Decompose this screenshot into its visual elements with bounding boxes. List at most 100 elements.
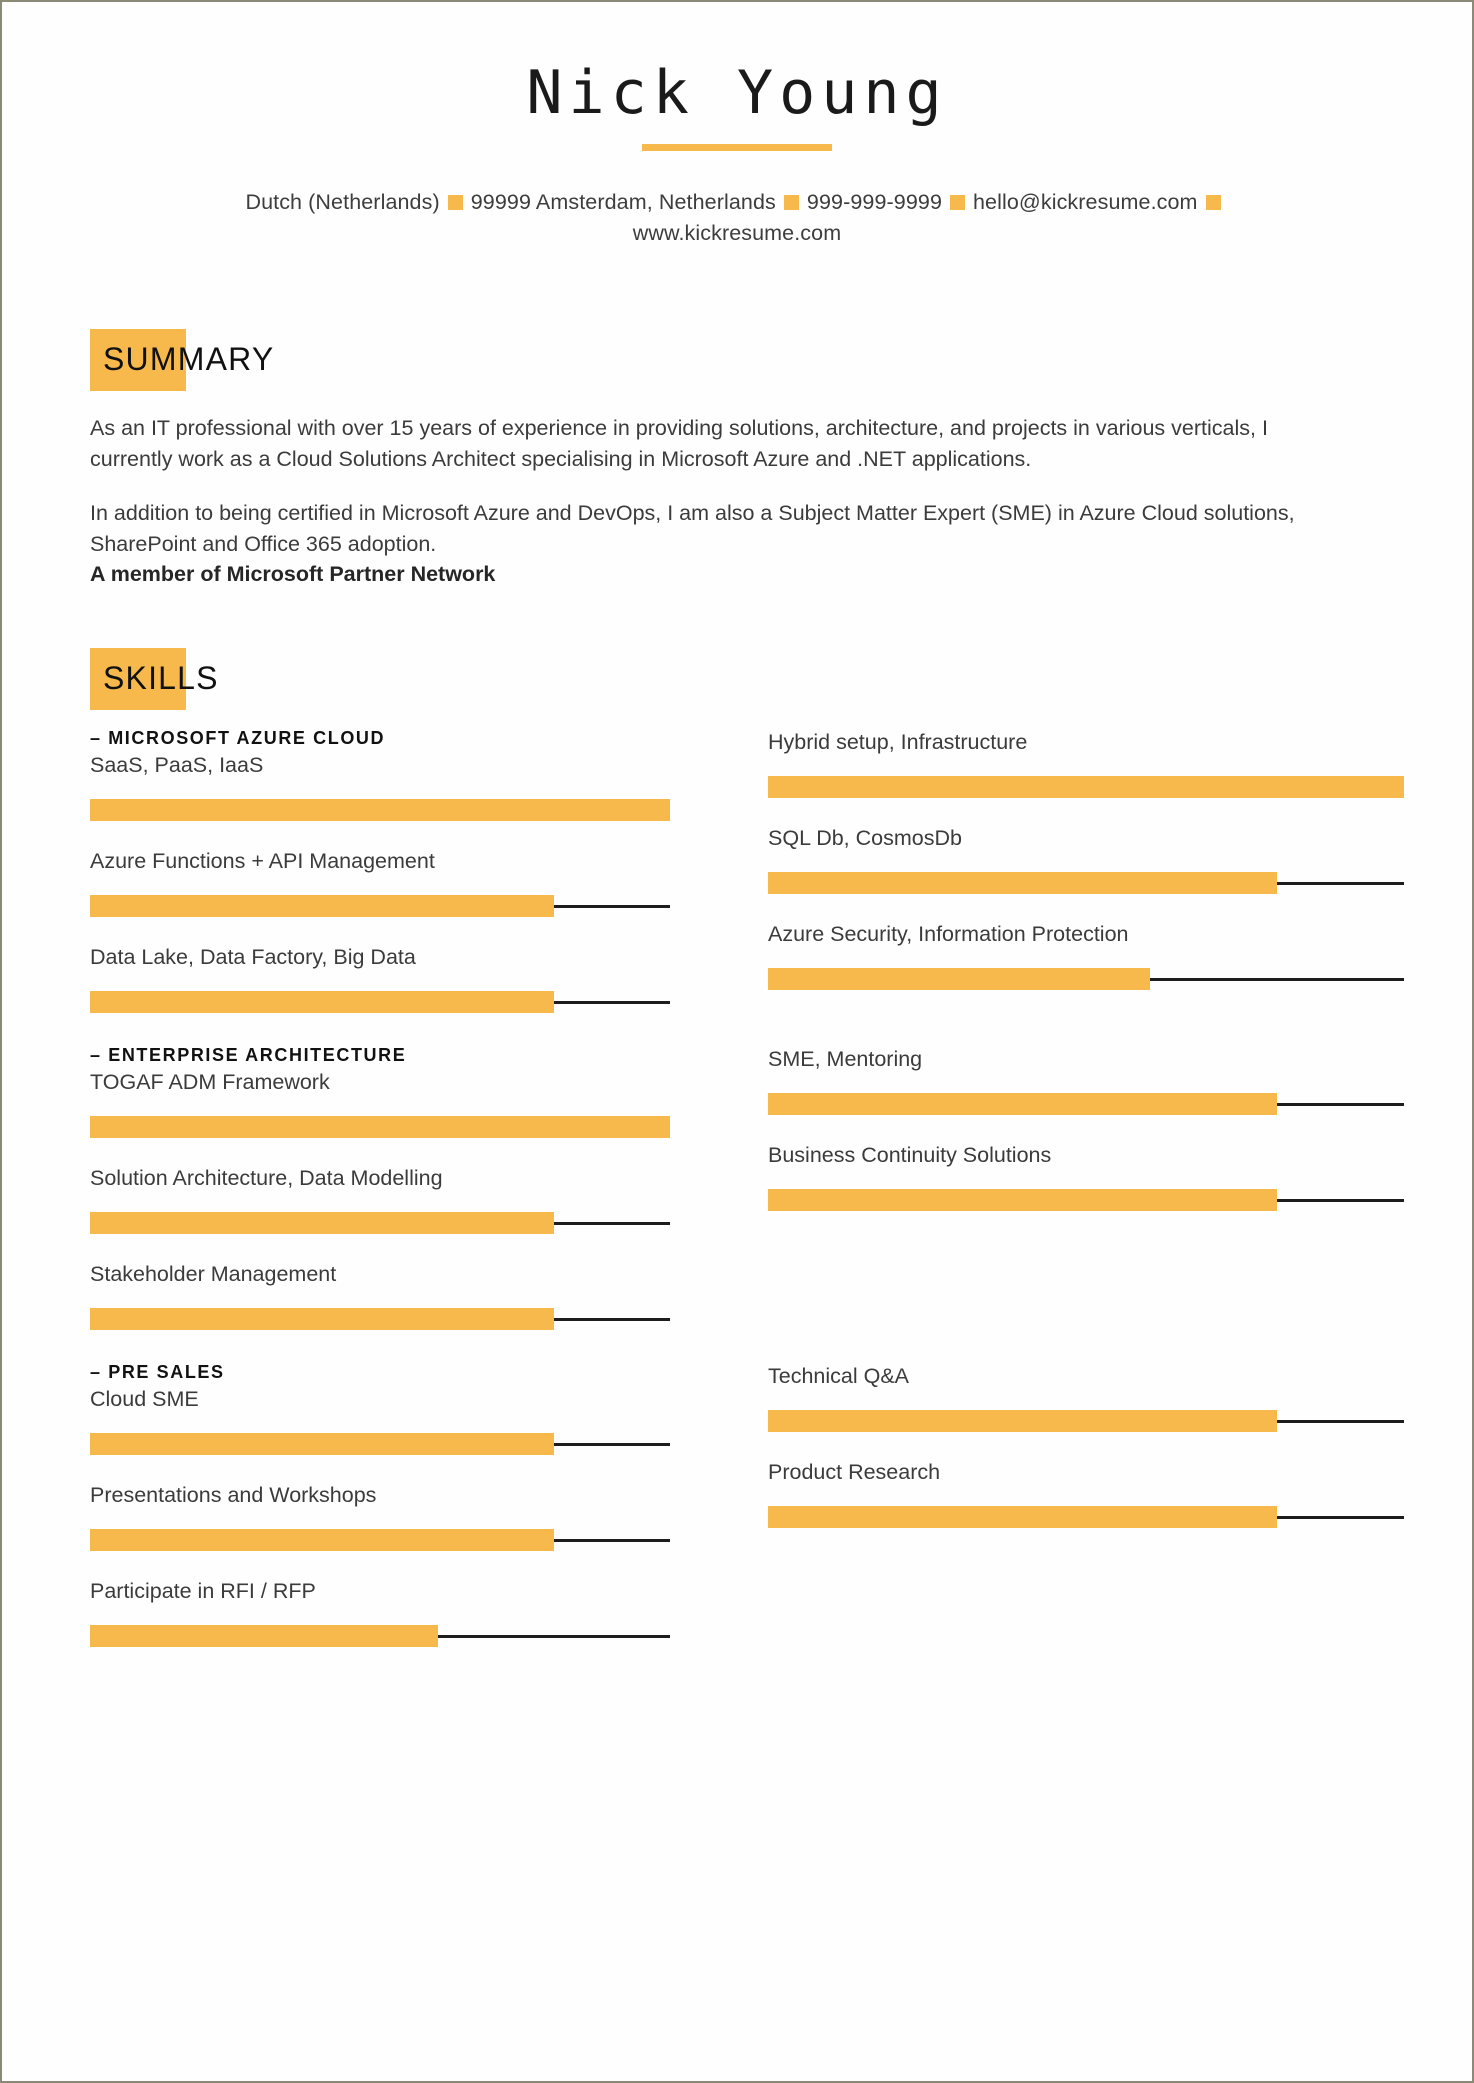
- contact-item: 99999 Amsterdam, Netherlands: [470, 190, 776, 214]
- resume-sheet: Nick Young Dutch (Netherlands) 99999 Amst…: [2, 2, 1472, 2081]
- skills-groups: – MICROSOFT AZURE CLOUD SaaS, PaaS, IaaS A…: [90, 728, 1404, 1673]
- skill-label: Data Lake, Data Factory, Big Data: [90, 944, 416, 969]
- skill-column-right: Technical Q&A Product Research: [768, 1362, 1404, 1673]
- skill-level-bar: [90, 894, 670, 917]
- skill-item: Hybrid setup, Infrastructure: [768, 728, 1404, 798]
- skill-level-bar: [768, 1506, 1404, 1529]
- contact-line: Dutch (Netherlands) 99999 Amsterdam, Neth…: [147, 187, 1327, 249]
- summary-heading: SUMMARY: [90, 329, 1404, 392]
- skill-level-bar: [768, 775, 1404, 798]
- skill-item: TOGAF ADM Framework: [90, 1068, 670, 1138]
- skill-level-bar: [768, 1092, 1404, 1115]
- skill-item: Technical Q&A: [768, 1362, 1404, 1433]
- summary-paragraph-2: In addition to being certified in Micros…: [90, 501, 1295, 556]
- summary-body: As an IT professional with over 15 years…: [90, 413, 1340, 590]
- skill-group: – MICROSOFT AZURE CLOUD SaaS, PaaS, IaaS A…: [90, 728, 1404, 1039]
- skill-bar-fill: [90, 1433, 554, 1456]
- skill-item: Business Continuity Solutions: [768, 1141, 1404, 1211]
- skill-label: Cloud SME: [90, 1387, 199, 1412]
- resume-header: Nick Young Dutch (Netherlands) 99999 Amst…: [2, 2, 1472, 249]
- skill-label: Azure Functions + API Management: [90, 848, 435, 873]
- skill-label: Solution Architecture, Data Modelling: [90, 1165, 443, 1190]
- skill-group: – ENTERPRISE ARCHITECTURE TOGAF ADM Frame…: [90, 1045, 1404, 1356]
- skill-item: Stakeholder Management: [90, 1260, 670, 1331]
- skill-level-bar: [90, 1529, 670, 1552]
- skill-level-bar: [768, 1189, 1404, 1211]
- skill-label: Participate in RFI / RFP: [90, 1579, 316, 1604]
- skill-item: Azure Functions + API Management: [90, 847, 670, 917]
- skills-heading-text: SKILLS: [103, 659, 219, 696]
- skill-level-bar: [90, 1625, 670, 1648]
- skill-label: Presentations and Workshops: [90, 1483, 377, 1508]
- skill-level-bar: [768, 1410, 1404, 1433]
- skill-item: SaaS, PaaS, IaaS: [90, 751, 670, 821]
- skill-group-heading: – PRE SALES: [90, 1362, 225, 1383]
- skill-bar-fill: [768, 871, 1277, 894]
- contact-item: 999-999-9999: [806, 190, 942, 214]
- contact-item: Dutch (Netherlands): [245, 190, 440, 214]
- skill-bar-fill: [90, 894, 554, 917]
- skill-bar-fill: [90, 990, 554, 1013]
- skill-bar-fill: [90, 1529, 554, 1552]
- skill-item: Product Research: [768, 1458, 1404, 1529]
- skill-bar-fill: [768, 1189, 1277, 1211]
- skill-label: Stakeholder Management: [90, 1262, 337, 1286]
- skill-bar-fill: [90, 1212, 554, 1234]
- skill-item: Solution Architecture, Data Modelling: [90, 1164, 670, 1234]
- skill-group-heading: – MICROSOFT AZURE CLOUD: [90, 727, 386, 748]
- skills-section: SKILLS – MICROSOFT AZURE CLOUD SaaS, PaaS…: [90, 647, 1404, 1673]
- skill-label: Hybrid setup, Infrastructure: [768, 729, 1028, 754]
- skill-column-right: SME, Mentoring Business Continuity Soluti…: [768, 1045, 1404, 1356]
- skill-label: SME, Mentoring: [768, 1046, 923, 1071]
- skill-label: TOGAF ADM Framework: [90, 1069, 330, 1094]
- skill-label: SQL Db, CosmosDb: [768, 825, 962, 850]
- skill-item: Participate in RFI / RFP: [90, 1577, 670, 1648]
- skill-item: Presentations and Workshops: [90, 1481, 670, 1552]
- skill-bar-fill: [768, 967, 1150, 990]
- summary-paragraph-2-wrap: In addition to being certified in Micros…: [90, 498, 1340, 590]
- skill-level-bar: [768, 871, 1404, 894]
- candidate-name: Nick Young: [526, 58, 948, 128]
- skill-column-left: – MICROSOFT AZURE CLOUD SaaS, PaaS, IaaS A…: [90, 728, 670, 1039]
- skill-label: Azure Security, Information Protection: [768, 921, 1129, 946]
- skill-bar-fill: [90, 1625, 438, 1648]
- skill-level-bar: [90, 1115, 670, 1138]
- skill-column-right: Hybrid setup, Infrastructure SQL Db, Cosm…: [768, 728, 1404, 1039]
- skill-bar-fill: [90, 1115, 670, 1138]
- skill-bar-fill: [90, 798, 670, 821]
- skill-level-bar: [90, 990, 670, 1013]
- skill-group: – PRE SALES Cloud SME Presentations and Wo…: [90, 1362, 1404, 1673]
- summary-bold-line: A member of Microsoft Partner Network: [90, 562, 496, 587]
- skill-label: Business Continuity Solutions: [768, 1142, 1052, 1167]
- skills-heading: SKILLS: [90, 647, 1404, 710]
- skill-label: Product Research: [768, 1460, 941, 1485]
- skill-level-bar: [768, 967, 1404, 990]
- contact-separator-icon: [783, 195, 799, 211]
- skill-label: Technical Q&A: [768, 1364, 910, 1389]
- skill-level-bar: [90, 1308, 670, 1331]
- name-underline-rule: [642, 144, 832, 151]
- skill-item: Data Lake, Data Factory, Big Data: [90, 943, 670, 1013]
- skill-item: Azure Security, Information Protection: [768, 920, 1404, 990]
- resume-page: Nick Young Dutch (Netherlands) 99999 Amst…: [0, 0, 1474, 2083]
- summary-section: SUMMARY As an IT professional with over …: [90, 329, 1404, 590]
- skill-item: Cloud SME: [90, 1385, 670, 1456]
- skill-bar-fill: [768, 1410, 1277, 1433]
- skill-column-left: – ENTERPRISE ARCHITECTURE TOGAF ADM Frame…: [90, 1045, 670, 1356]
- skill-bar-fill: [90, 1308, 554, 1331]
- summary-paragraph-1: As an IT professional with over 15 years…: [90, 416, 1268, 471]
- skill-group-heading: – ENTERPRISE ARCHITECTURE: [90, 1044, 407, 1065]
- contact-separator-icon: [950, 195, 965, 211]
- skill-label: SaaS, PaaS, IaaS: [90, 752, 264, 777]
- skill-column-left: – PRE SALES Cloud SME Presentations and Wo…: [90, 1362, 670, 1673]
- skill-bar-fill: [768, 1092, 1277, 1115]
- skill-bar-fill: [768, 775, 1404, 798]
- contact-item: hello@kickresume.com: [973, 190, 1198, 214]
- skill-level-bar: [90, 1433, 670, 1456]
- skill-level-bar: [90, 798, 670, 821]
- skill-level-bar: [90, 1212, 670, 1234]
- contact-separator-icon: [1205, 195, 1221, 211]
- skill-item: SQL Db, CosmosDb: [768, 824, 1404, 894]
- skill-bar-fill: [768, 1506, 1277, 1529]
- summary-heading-text: SUMMARY: [103, 341, 275, 378]
